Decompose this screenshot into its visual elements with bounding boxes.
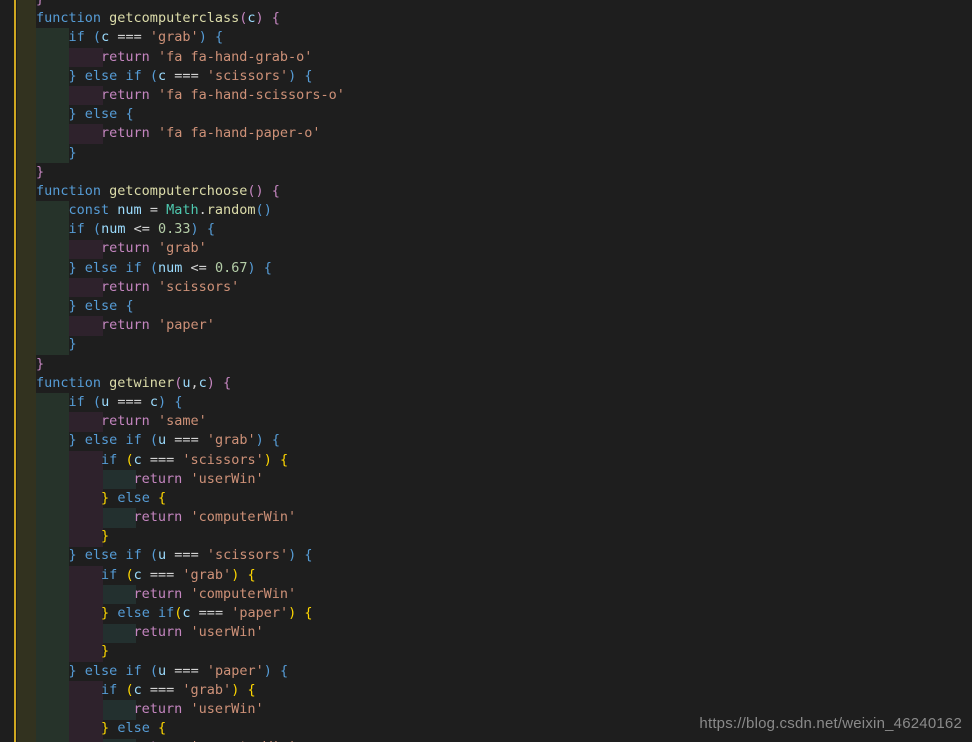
code-line[interactable]: return 'same' xyxy=(0,412,345,431)
code-line[interactable]: return 'userWin' xyxy=(0,470,345,489)
code-line[interactable]: if (num <= 0.33) { xyxy=(0,220,345,239)
code-line[interactable]: return 'userWin' xyxy=(0,623,345,642)
code-line[interactable]: if (c === 'grab') { xyxy=(0,681,345,700)
code-line[interactable]: if (c === 'scissors') { xyxy=(0,451,345,470)
code-line[interactable]: return 'computerWin' xyxy=(0,738,345,742)
code-line[interactable]: if (u === c) { xyxy=(0,393,345,412)
code-line[interactable]: } else { xyxy=(0,489,345,508)
code-line[interactable]: return 'userWin' xyxy=(0,700,345,719)
code-line[interactable]: if (c === 'grab') { xyxy=(0,566,345,585)
code-editor[interactable]: }function getcomputerclass(c) { if (c ==… xyxy=(0,0,972,742)
code-line[interactable]: } else if (u === 'paper') { xyxy=(0,662,345,681)
code-line[interactable]: function getcomputerchoose() { xyxy=(0,182,345,201)
watermark-url: https://blog.csdn.net/weixin_46240162 xyxy=(699,715,962,732)
code-line[interactable]: return 'computerWin' xyxy=(0,508,345,527)
code-line[interactable]: } xyxy=(0,335,345,354)
code-line[interactable]: function getcomputerclass(c) { xyxy=(0,9,345,28)
code-line[interactable]: } xyxy=(0,144,345,163)
code-line[interactable]: } else if(c === 'paper') { xyxy=(0,604,345,623)
code-line[interactable]: } else if (c === 'scissors') { xyxy=(0,67,345,86)
code-line[interactable]: } xyxy=(0,642,345,661)
code-line[interactable]: } else if (num <= 0.67) { xyxy=(0,259,345,278)
code-line[interactable]: return 'scissors' xyxy=(0,278,345,297)
code-content[interactable]: }function getcomputerclass(c) { if (c ==… xyxy=(0,0,345,742)
code-line[interactable]: return 'fa fa-hand-scissors-o' xyxy=(0,86,345,105)
code-line[interactable]: } xyxy=(0,163,345,182)
code-line[interactable]: } else { xyxy=(0,297,345,316)
code-line[interactable]: return 'fa fa-hand-paper-o' xyxy=(0,124,345,143)
code-line[interactable]: return 'grab' xyxy=(0,239,345,258)
code-line[interactable]: const num = Math.random() xyxy=(0,201,345,220)
code-line[interactable]: return 'fa fa-hand-grab-o' xyxy=(0,48,345,67)
code-line[interactable]: } xyxy=(0,527,345,546)
code-line[interactable]: if (c === 'grab') { xyxy=(0,28,345,47)
code-line[interactable]: } else { xyxy=(0,719,345,738)
code-line[interactable]: } xyxy=(0,355,345,374)
code-line[interactable]: function getwiner(u,c) { xyxy=(0,374,345,393)
code-line[interactable]: } xyxy=(0,0,345,9)
code-line[interactable]: } else { xyxy=(0,105,345,124)
code-line[interactable]: } else if (u === 'scissors') { xyxy=(0,546,345,565)
code-line[interactable]: } else if (u === 'grab') { xyxy=(0,431,345,450)
code-line[interactable]: return 'paper' xyxy=(0,316,345,335)
code-line[interactable]: return 'computerWin' xyxy=(0,585,345,604)
